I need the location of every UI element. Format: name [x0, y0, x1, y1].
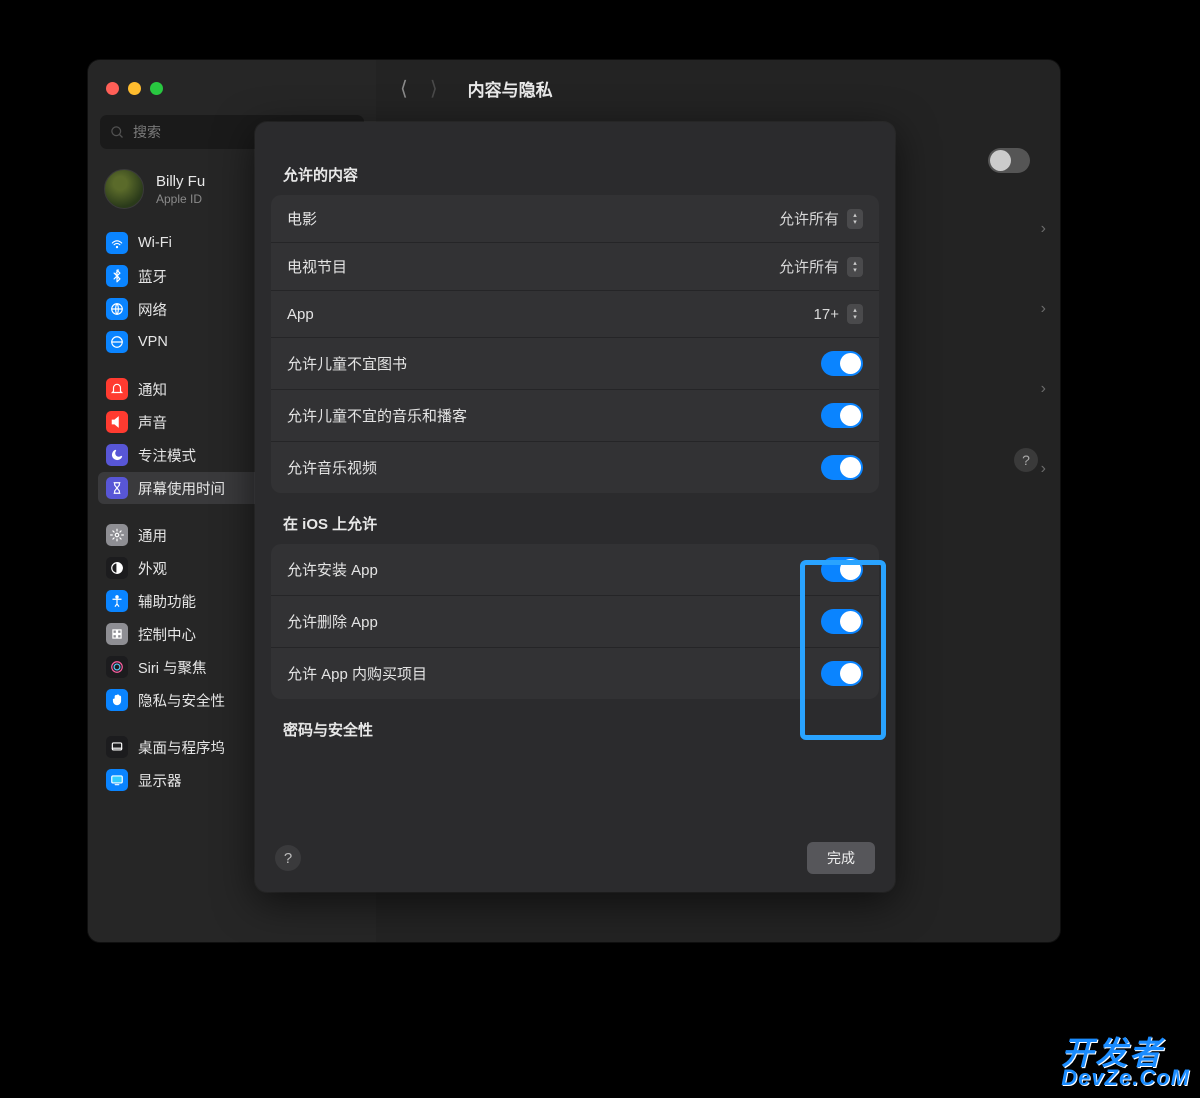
toggle-switch[interactable] — [821, 661, 863, 686]
row-label: 允许删除 App — [287, 611, 378, 632]
watermark: 开发者 DevZe.CoM — [1061, 1039, 1190, 1088]
row-label: 电视节目 — [287, 256, 347, 277]
dock-icon — [106, 736, 128, 758]
forward-button[interactable]: ⟩ — [426, 72, 442, 105]
display-icon — [106, 769, 128, 791]
settings-row: 允许安装 App — [271, 544, 879, 596]
settings-row: 允许音乐视频 — [271, 442, 879, 493]
settings-row: 允许儿童不宜的音乐和播客 — [271, 390, 879, 442]
chevron-right-icon[interactable]: › — [1041, 380, 1046, 398]
sidebar-item-label: 桌面与程序坞 — [138, 737, 225, 758]
toggle-switch[interactable] — [821, 351, 863, 376]
row-label: 允许儿童不宜的音乐和播客 — [287, 405, 467, 426]
sidebar-item-label: 屏幕使用时间 — [138, 478, 225, 499]
sidebar-item-label: VPN — [138, 334, 168, 350]
hand-icon — [106, 689, 128, 711]
select-value: 允许所有 — [779, 256, 839, 277]
done-button[interactable]: 完成 — [807, 842, 875, 874]
sidebar-item-label: 网络 — [138, 299, 167, 320]
sidebar-item-label: 辅助功能 — [138, 591, 196, 612]
sheet-footer: ? 完成 — [255, 826, 895, 892]
select-value: 17+ — [814, 306, 839, 323]
chevron-right-icon[interactable]: › — [1041, 460, 1046, 478]
settings-row: 电影 允许所有 ▴▾ — [271, 195, 879, 243]
settings-group: 允许安装 App 允许删除 App 允许 App 内购买项目 — [271, 544, 879, 699]
gear-icon — [106, 524, 128, 546]
help-button[interactable]: ? — [1014, 448, 1038, 472]
stepper-icon: ▴▾ — [847, 304, 863, 324]
bg-nav-rows: › › › › — [1041, 220, 1046, 478]
bell-icon — [106, 378, 128, 400]
search-placeholder: 搜索 — [133, 122, 161, 142]
row-label: App — [287, 306, 314, 323]
page-title: 内容与隐私 — [468, 76, 553, 101]
siri-icon — [106, 656, 128, 678]
toggle-switch[interactable] — [821, 455, 863, 480]
sidebar-item-label: 显示器 — [138, 770, 182, 791]
toggle-switch[interactable] — [821, 557, 863, 582]
section-title: 在 iOS 上允许 — [255, 493, 895, 544]
stepper-icon: ▴▾ — [847, 257, 863, 277]
sheet-help-button[interactable]: ? — [275, 845, 301, 871]
row-label: 允许儿童不宜图书 — [287, 353, 407, 374]
settings-row: 允许 App 内购买项目 — [271, 648, 879, 699]
sidebar-item-label: 专注模式 — [138, 445, 196, 466]
row-label: 电影 — [287, 208, 317, 229]
section-title: 密码与安全性 — [255, 699, 895, 750]
moon-icon — [106, 444, 128, 466]
sidebar-item-label: 通知 — [138, 379, 167, 400]
main-header: ⟨ ⟩ 内容与隐私 — [376, 60, 1060, 116]
access-icon — [106, 590, 128, 612]
section-title: 允许的内容 — [255, 144, 895, 195]
settings-row: App 17+ ▴▾ — [271, 291, 879, 338]
wifi-icon — [106, 232, 128, 254]
select-control[interactable]: 允许所有 ▴▾ — [779, 208, 863, 229]
row-label: 允许安装 App — [287, 559, 378, 580]
account-name: Billy Fu — [156, 173, 205, 190]
sidebar-item-label: Wi-Fi — [138, 235, 172, 251]
sidebar-item-label: 声音 — [138, 412, 167, 433]
sidebar-item-label: Siri 与聚焦 — [138, 657, 206, 678]
select-value: 允许所有 — [779, 208, 839, 229]
sidebar-item-label: 控制中心 — [138, 624, 196, 645]
settings-group: 电影允许所有▴▾电视节目允许所有▴▾App17+▴▾允许儿童不宜图书允许儿童不宜… — [271, 195, 879, 493]
bg-master-toggle[interactable] — [988, 148, 1030, 173]
sidebar-item-label: 外观 — [138, 558, 167, 579]
window-controls — [88, 68, 376, 109]
hourglass-icon — [106, 477, 128, 499]
sidebar-item-label: 通用 — [138, 525, 167, 546]
globe-icon — [106, 298, 128, 320]
select-control[interactable]: 17+ ▴▾ — [814, 304, 863, 324]
select-control[interactable]: 允许所有 ▴▾ — [779, 256, 863, 277]
content-privacy-sheet: 允许的内容电影允许所有▴▾电视节目允许所有▴▾App17+▴▾允许儿童不宜图书允… — [255, 122, 895, 892]
appearance-icon — [106, 557, 128, 579]
avatar — [104, 169, 144, 209]
toggle-switch[interactable] — [821, 609, 863, 634]
search-icon — [110, 125, 125, 140]
toggle-switch[interactable] — [821, 403, 863, 428]
settings-row: 电视节目 允许所有 ▴▾ — [271, 243, 879, 291]
sound-icon — [106, 411, 128, 433]
chevron-right-icon[interactable]: › — [1041, 300, 1046, 318]
bt-icon — [106, 265, 128, 287]
sidebar-item-label: 隐私与安全性 — [138, 690, 225, 711]
account-sub: Apple ID — [156, 192, 205, 206]
settings-row: 允许儿童不宜图书 — [271, 338, 879, 390]
maximize-icon[interactable] — [150, 82, 163, 95]
vpn-icon — [106, 331, 128, 353]
chevron-right-icon[interactable]: › — [1041, 220, 1046, 238]
settings-row: 允许删除 App — [271, 596, 879, 648]
row-label: 允许 App 内购买项目 — [287, 663, 427, 684]
close-icon[interactable] — [106, 82, 119, 95]
stepper-icon: ▴▾ — [847, 209, 863, 229]
sidebar-item-label: 蓝牙 — [138, 266, 167, 287]
row-label: 允许音乐视频 — [287, 457, 377, 478]
minimize-icon[interactable] — [128, 82, 141, 95]
control-icon — [106, 623, 128, 645]
back-button[interactable]: ⟨ — [396, 72, 412, 105]
